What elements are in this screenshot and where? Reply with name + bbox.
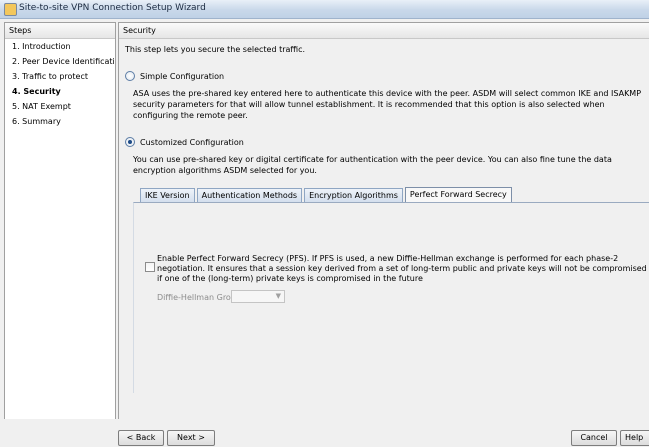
- customized-configuration-label: Customized Configuration: [140, 137, 244, 147]
- simple-configuration-radio-button[interactable]: [125, 71, 135, 81]
- app-icon: [4, 3, 17, 16]
- security-panel: Security This step lets you secure the s…: [118, 22, 649, 420]
- diffie-hellman-group-select[interactable]: ▼: [231, 290, 285, 303]
- step-nat-exempt[interactable]: 5. NAT Exempt: [5, 99, 115, 114]
- simple-configuration-description: ASA uses the pre-shared key entered here…: [133, 89, 642, 120]
- simple-configuration-radio[interactable]: Simple Configuration: [125, 71, 224, 81]
- next-button[interactable]: Next >: [167, 430, 215, 446]
- step-security[interactable]: 4. Security: [5, 84, 115, 99]
- enable-pfs-label: Enable Perfect Forward Secrecy (PFS). If…: [157, 254, 647, 283]
- customized-configuration-description: You can use pre-shared key or digital ce…: [133, 155, 612, 175]
- simple-configuration-label: Simple Configuration: [140, 71, 225, 81]
- tab-ike-version[interactable]: IKE Version: [140, 188, 195, 202]
- intro-text: This step lets you secure the selected t…: [125, 45, 306, 54]
- step-peer-device-identification[interactable]: 2. Peer Device Identificatio: [5, 54, 115, 69]
- tab-encryption-algorithms[interactable]: Encryption Algorithms: [304, 188, 403, 202]
- steps-panel: Steps 1. Introduction 2. Peer Device Ide…: [4, 22, 116, 420]
- security-header: Security: [119, 23, 649, 39]
- step-introduction[interactable]: 1. Introduction: [5, 39, 115, 54]
- chevron-down-icon: ▼: [275, 292, 281, 300]
- window-title-bar[interactable]: Site-to-site VPN Connection Setup Wizard: [0, 0, 649, 19]
- back-button[interactable]: < Back: [118, 430, 164, 446]
- step-traffic-to-protect[interactable]: 3. Traffic to protect: [5, 69, 115, 84]
- step-summary[interactable]: 6. Summary: [5, 114, 115, 129]
- steps-header: Steps: [5, 23, 115, 39]
- tab-authentication-methods[interactable]: Authentication Methods: [196, 188, 303, 202]
- customized-configuration-radio-button[interactable]: [125, 137, 135, 147]
- enable-pfs-checkbox[interactable]: [145, 262, 155, 272]
- help-button[interactable]: Help: [620, 430, 649, 446]
- customized-configuration-radio[interactable]: Customized Configuration: [125, 137, 244, 147]
- wizard-button-bar: < Back Next > Cancel Help: [0, 419, 649, 447]
- window-title: Site-to-site VPN Connection Setup Wizard: [19, 3, 206, 13]
- tab-perfect-forward-secrecy[interactable]: Perfect Forward Secrecy: [404, 187, 512, 203]
- cancel-button[interactable]: Cancel: [571, 430, 617, 446]
- pfs-tab-content: Enable Perfect Forward Secrecy (PFS). If…: [133, 202, 649, 393]
